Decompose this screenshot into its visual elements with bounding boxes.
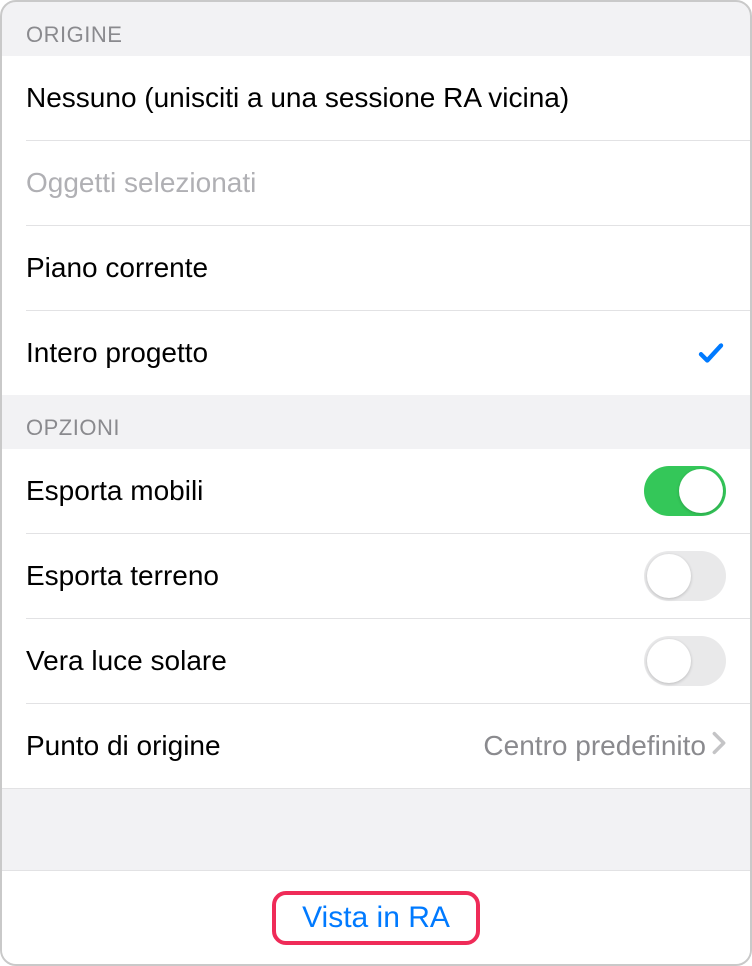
toggle-switch-true-sunlight[interactable]	[644, 636, 726, 686]
toggle-label: Esporta terreno	[26, 560, 644, 592]
toggle-label: Esporta mobili	[26, 475, 644, 507]
toggle-switch-export-furniture[interactable]	[644, 466, 726, 516]
origin-option-label: Intero progetto	[26, 337, 696, 369]
origin-option-label: Piano corrente	[26, 252, 726, 284]
origin-option-label: Oggetti selezionati	[26, 167, 726, 199]
settings-panel: ORIGINE Nessuno (unisciti a una sessione…	[0, 0, 752, 966]
toggle-row-export-terrain: Esporta terreno	[2, 534, 750, 618]
footer-gap	[2, 788, 750, 870]
toggle-knob	[647, 554, 691, 598]
toggle-row-true-sunlight: Vera luce solare	[2, 619, 750, 703]
toggle-knob	[647, 639, 691, 683]
nav-row-label: Punto di origine	[26, 730, 483, 762]
nav-row-value-wrap: Centro predefinito	[483, 730, 726, 762]
section-header-options-label: OPZIONI	[26, 415, 120, 440]
view-in-ar-button[interactable]: Vista in RA	[272, 891, 480, 945]
options-group: Esporta mobili Esporta terreno Vera luce…	[2, 449, 750, 788]
section-header-origin-label: ORIGINE	[26, 22, 122, 47]
origin-option-entire-project[interactable]: Intero progetto	[2, 311, 750, 395]
nav-row-origin-point[interactable]: Punto di origine Centro predefinito	[2, 704, 750, 788]
nav-row-value: Centro predefinito	[483, 730, 706, 762]
checkmark-icon	[696, 338, 726, 368]
toggle-knob	[679, 469, 723, 513]
footer-row: Vista in RA	[2, 870, 750, 964]
toggle-row-export-furniture: Esporta mobili	[2, 449, 750, 533]
toggle-switch-export-terrain[interactable]	[644, 551, 726, 601]
toggle-label: Vera luce solare	[26, 645, 644, 677]
chevron-right-icon	[712, 730, 726, 762]
origin-option-none[interactable]: Nessuno (unisciti a una sessione RA vici…	[2, 56, 750, 140]
origin-option-current-plan[interactable]: Piano corrente	[2, 226, 750, 310]
origin-option-label: Nessuno (unisciti a una sessione RA vici…	[26, 82, 726, 114]
origin-group: Nessuno (unisciti a una sessione RA vici…	[2, 56, 750, 395]
view-in-ar-button-label: Vista in RA	[302, 901, 450, 934]
section-header-origin: ORIGINE	[2, 2, 750, 56]
section-header-options: OPZIONI	[2, 395, 750, 449]
origin-option-selected-objects: Oggetti selezionati	[2, 141, 750, 225]
